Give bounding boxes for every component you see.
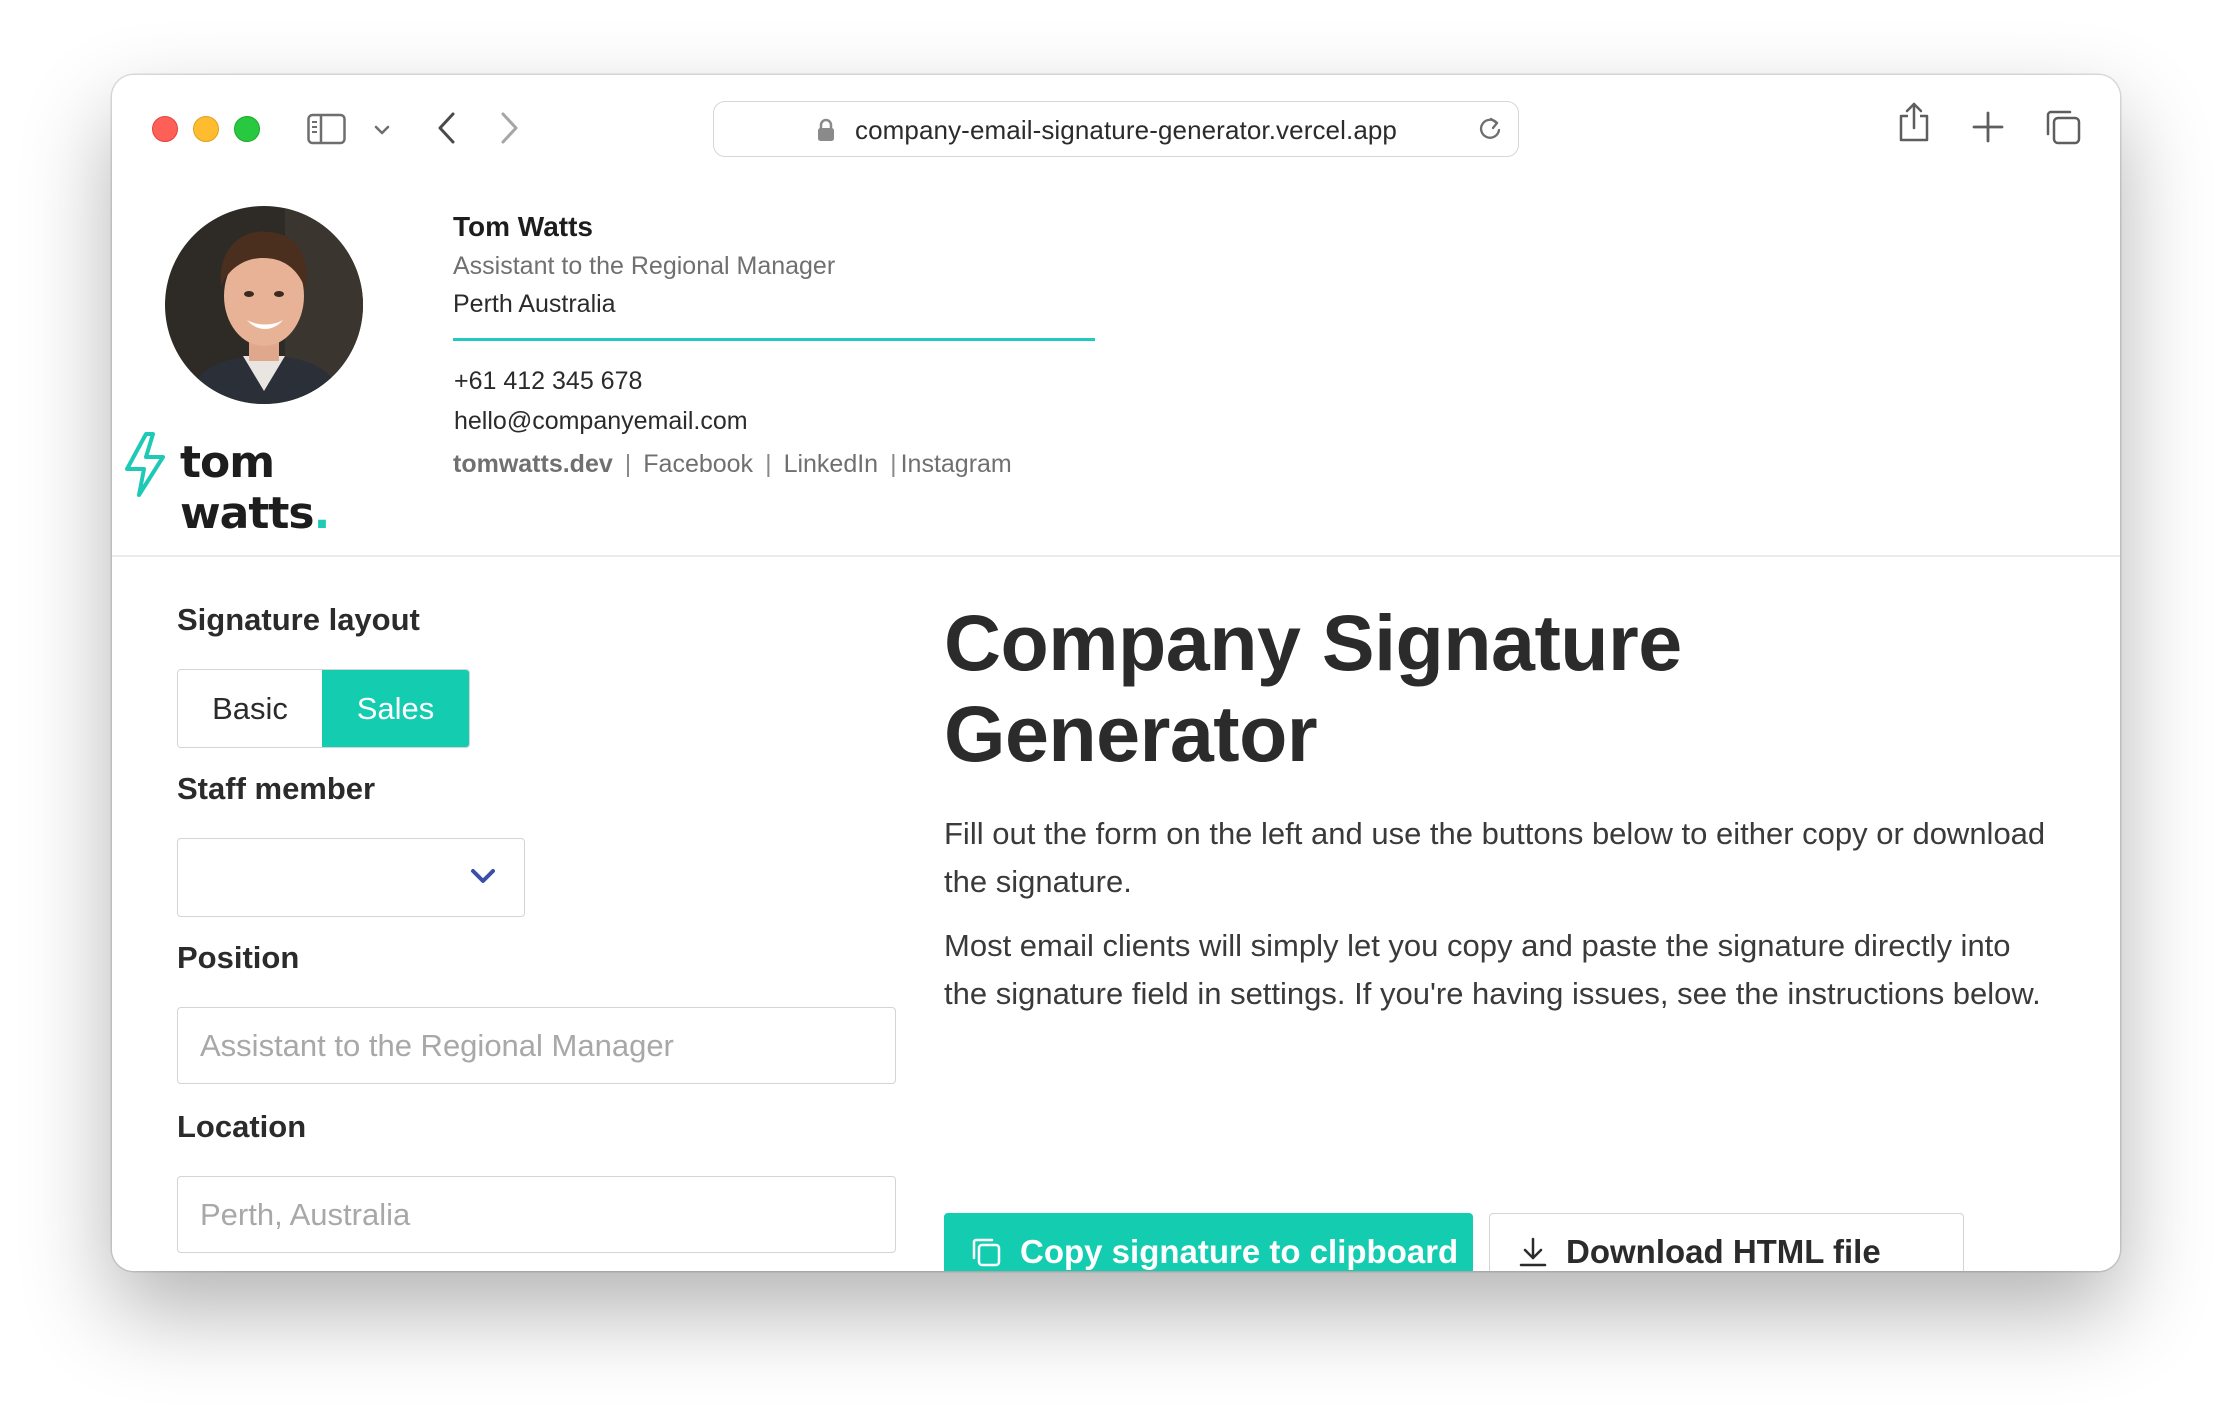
signature-name: Tom Watts bbox=[453, 211, 593, 242]
download-icon bbox=[1519, 1237, 1547, 1267]
link-separator: | bbox=[890, 450, 897, 478]
brand-wordmark: tom watts. bbox=[180, 437, 330, 539]
facebook-link[interactable]: Facebook bbox=[643, 450, 753, 478]
address-bar[interactable]: company-email-signature-generator.vercel… bbox=[713, 101, 1519, 157]
brand-logo: tom watts. bbox=[118, 431, 418, 539]
sidebar-icon[interactable] bbox=[307, 113, 347, 150]
layout-label: Signature layout bbox=[177, 602, 420, 637]
signature-links: tomwatts.dev | Facebook | LinkedIn | Instagram bbox=[453, 450, 1012, 479]
signature-divider bbox=[453, 338, 1095, 341]
website-link[interactable]: tomwatts.dev bbox=[453, 450, 613, 478]
copy-icon bbox=[972, 1238, 1001, 1267]
minimize-window-button[interactable] bbox=[193, 116, 219, 142]
staff-label: Staff member bbox=[177, 771, 376, 806]
signature-location: Perth Australia bbox=[453, 290, 616, 318]
instructions-paragraph: Most email clients will simply let you c… bbox=[944, 928, 2041, 1011]
browser-toolbar: company-email-signature-generator.vercel… bbox=[112, 75, 2120, 182]
chevron-down-icon[interactable] bbox=[374, 123, 390, 141]
layout-toggle: Basic Sales bbox=[177, 669, 470, 748]
link-separator: | bbox=[765, 450, 772, 478]
lightning-bolt-icon bbox=[125, 432, 165, 497]
location-input[interactable] bbox=[177, 1176, 896, 1253]
tabs-icon[interactable] bbox=[2044, 108, 2082, 151]
plus-icon[interactable] bbox=[1972, 111, 2004, 148]
location-label: Location bbox=[177, 1109, 307, 1144]
forward-icon[interactable] bbox=[498, 111, 520, 150]
intro-paragraph: Fill out the form on the left and use th… bbox=[944, 816, 2046, 899]
copy-signature-button[interactable]: Copy signature to clipboard bbox=[944, 1213, 1473, 1271]
link-separator: | bbox=[624, 450, 632, 478]
download-html-button[interactable]: Download HTML file bbox=[1489, 1213, 1964, 1271]
avatar bbox=[165, 206, 363, 404]
linkedin-link[interactable]: LinkedIn bbox=[784, 450, 879, 478]
position-input[interactable] bbox=[177, 1007, 896, 1084]
url-text: company-email-signature-generator.vercel… bbox=[854, 115, 1397, 145]
instagram-link[interactable]: Instagram bbox=[901, 450, 1012, 478]
zoom-window-button[interactable] bbox=[234, 116, 260, 142]
layout-sales-button[interactable]: Sales bbox=[322, 670, 469, 747]
signature-position: Assistant to the Regional Manager bbox=[453, 252, 836, 280]
signature-preview: tom watts. Tom Watts Assistant to the Re… bbox=[112, 181, 2120, 557]
browser-window: company-email-signature-generator.vercel… bbox=[112, 75, 2120, 1271]
page-title: Company Signature Generator bbox=[944, 598, 1682, 778]
copy-signature-label: Copy signature to clipboard bbox=[1020, 1233, 1459, 1270]
share-icon[interactable] bbox=[1897, 101, 1931, 148]
staff-select[interactable] bbox=[177, 838, 525, 917]
signature-email[interactable]: hello@companyemail.com bbox=[454, 407, 748, 436]
layout-basic-button[interactable]: Basic bbox=[178, 670, 322, 747]
position-label: Position bbox=[177, 940, 300, 975]
back-icon[interactable] bbox=[436, 111, 458, 150]
chevron-down-icon bbox=[470, 867, 496, 890]
close-window-button[interactable] bbox=[152, 116, 178, 142]
main-content: Signature layout Basic Sales Staff membe… bbox=[112, 557, 2120, 1271]
reload-icon[interactable] bbox=[1476, 114, 1504, 147]
download-html-label: Download HTML file bbox=[1566, 1233, 1881, 1270]
signature-phone: +61 412 345 678 bbox=[454, 367, 643, 395]
